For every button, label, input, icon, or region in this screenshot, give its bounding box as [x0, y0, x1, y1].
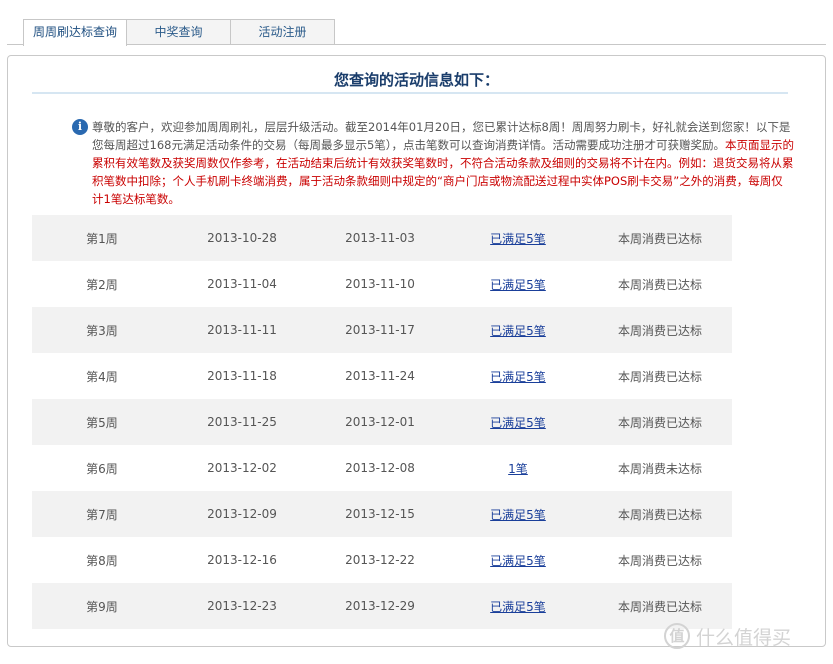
tab-registration[interactable]: 活动注册 — [231, 19, 335, 45]
status-cell: 本周消费已达标 — [617, 369, 702, 384]
start-date-cell: 2013-11-25 — [172, 399, 312, 445]
start-date-cell: 2013-10-28 — [172, 215, 312, 261]
week-cell: 第8周 — [86, 553, 118, 568]
table-row: 第7周 2013-12-09 2013-12-15 已满足5笔 本周消费已达标 — [32, 491, 732, 537]
count-cell: 已满足5笔 — [448, 353, 588, 399]
start-date-cell: 2013-12-16 — [207, 553, 277, 567]
count-cell: 已满足5笔 — [448, 491, 588, 537]
count-cell: 已满足5笔 — [448, 261, 588, 307]
count-link[interactable]: 已满足5笔 — [490, 416, 546, 430]
table-row: 第4周 2013-11-18 2013-11-24 已满足5笔 本周消费已达标 — [32, 353, 732, 399]
info-icon: i — [72, 119, 88, 135]
table-row: 第8周 2013-12-16 2013-12-22 已满足5笔 本周消费已达标 — [32, 537, 732, 583]
result-panel: 您查询的活动信息如下： i 尊敬的客户，欢迎参加周周刷礼，层层升级活动。截至20… — [7, 55, 826, 647]
watermark-logo-icon: 值 — [664, 623, 690, 649]
start-date-cell: 2013-11-04 — [207, 277, 277, 291]
count-link[interactable]: 已满足5笔 — [490, 554, 546, 568]
count-link[interactable]: 已满足5笔 — [490, 324, 546, 338]
count-link[interactable]: 已满足5笔 — [490, 278, 546, 292]
week-cell: 第2周 — [86, 277, 118, 292]
count-link[interactable]: 1笔 — [508, 462, 528, 476]
status-cell: 本周消费已达标 — [617, 277, 702, 292]
table-row: 第1周 2013-10-28 2013-11-03 已满足5笔 本周消费已达标 — [32, 215, 732, 261]
count-cell: 1笔 — [448, 445, 588, 491]
watermark-text: 什么值得买 — [696, 626, 792, 649]
table-row: 第6周 2013-12-02 2013-12-08 1笔 本周消费未达标 — [32, 445, 732, 491]
tab-prize-query[interactable]: 中奖查询 — [127, 19, 231, 45]
count-cell: 已满足5笔 — [448, 583, 588, 629]
end-date-cell: 2013-11-24 — [345, 369, 415, 383]
count-cell: 已满足5笔 — [448, 307, 588, 353]
end-date-cell: 2013-11-17 — [312, 307, 448, 353]
start-date-cell: 2013-12-02 — [207, 461, 277, 475]
week-cell: 第9周 — [32, 583, 172, 629]
start-date-cell: 2013-11-18 — [207, 369, 277, 383]
page-title: 您查询的活动信息如下： — [333, 71, 499, 89]
tab-divider — [7, 44, 826, 45]
tab-weekly-query[interactable]: 周周刷达标查询 — [23, 19, 127, 46]
count-link[interactable]: 已满足5笔 — [490, 508, 546, 522]
count-cell: 已满足5笔 — [448, 399, 588, 445]
week-cell: 第5周 — [32, 399, 172, 445]
end-date-cell: 2013-12-01 — [312, 399, 448, 445]
title-divider — [32, 92, 788, 94]
week-cell: 第7周 — [32, 491, 172, 537]
start-date-cell: 2013-11-11 — [172, 307, 312, 353]
table-row: 第3周 2013-11-11 2013-11-17 已满足5笔 本周消费已达标 — [32, 307, 732, 353]
count-cell: 已满足5笔 — [448, 215, 588, 261]
count-link[interactable]: 已满足5笔 — [490, 600, 546, 614]
week-cell: 第3周 — [32, 307, 172, 353]
week-cell: 第1周 — [32, 215, 172, 261]
status-cell: 本周消费已达标 — [588, 399, 732, 445]
notice-box: i 尊敬的客户，欢迎参加周周刷礼，层层升级活动。截至2014年01月20日，您已… — [72, 118, 794, 208]
end-date-cell: 2013-11-03 — [312, 215, 448, 261]
status-cell: 本周消费未达标 — [617, 461, 702, 476]
table-row: 第9周 2013-12-23 2013-12-29 已满足5笔 本周消费已达标 — [32, 583, 732, 629]
status-cell: 本周消费已达标 — [588, 491, 732, 537]
end-date-cell: 2013-12-22 — [345, 553, 415, 567]
table-row: 第5周 2013-11-25 2013-12-01 已满足5笔 本周消费已达标 — [32, 399, 732, 445]
tab-bar: 周周刷达标查询 中奖查询 活动注册 — [23, 19, 335, 46]
count-link[interactable]: 已满足5笔 — [490, 370, 546, 384]
table-row: 第2周 2013-11-04 2013-11-10 已满足5笔 本周消费已达标 — [32, 261, 732, 307]
status-cell: 本周消费已达标 — [617, 553, 702, 568]
count-link[interactable]: 已满足5笔 — [490, 232, 546, 246]
notice-text: 尊敬的客户，欢迎参加周周刷礼，层层升级活动。截至2014年01月20日，您已累计… — [72, 118, 794, 208]
start-date-cell: 2013-12-23 — [172, 583, 312, 629]
end-date-cell: 2013-12-15 — [312, 491, 448, 537]
week-cell: 第4周 — [86, 369, 118, 384]
end-date-cell: 2013-12-08 — [345, 461, 415, 475]
status-cell: 本周消费已达标 — [588, 307, 732, 353]
count-cell: 已满足5笔 — [448, 537, 588, 583]
status-cell: 本周消费已达标 — [588, 215, 732, 261]
notice-intro: 尊敬的客户，欢迎参加周周刷礼，层层升级活动。截至2014年01月20日，您已累计… — [92, 120, 791, 152]
watermark: 值 什么值得买 — [664, 621, 824, 651]
week-cell: 第6周 — [86, 461, 118, 476]
end-date-cell: 2013-11-10 — [345, 277, 415, 291]
end-date-cell: 2013-12-29 — [312, 583, 448, 629]
start-date-cell: 2013-12-09 — [172, 491, 312, 537]
weekly-table: 第1周 2013-10-28 2013-11-03 已满足5笔 本周消费已达标 第2周 20… — [32, 215, 732, 629]
